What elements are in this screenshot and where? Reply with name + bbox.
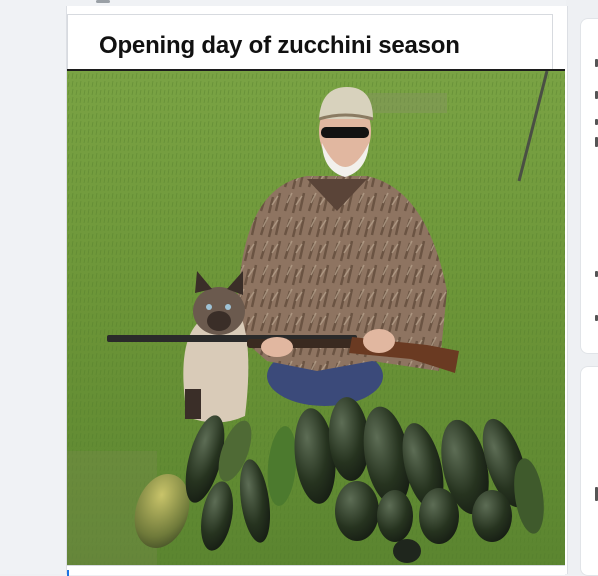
post-caption: Opening day of zucchini season: [99, 32, 460, 59]
caption-bar: Opening day of zucchini season: [67, 14, 553, 71]
page-left-gutter: [0, 0, 66, 574]
photo-image: [67, 71, 565, 567]
scroll-indicator: [96, 0, 110, 3]
post-card: Opening day of zucchini season: [66, 6, 568, 576]
side-card-bottom[interactable]: [580, 366, 598, 576]
footer-tick: [67, 570, 69, 576]
side-card-top[interactable]: [580, 18, 598, 354]
post-photo[interactable]: [67, 69, 565, 567]
